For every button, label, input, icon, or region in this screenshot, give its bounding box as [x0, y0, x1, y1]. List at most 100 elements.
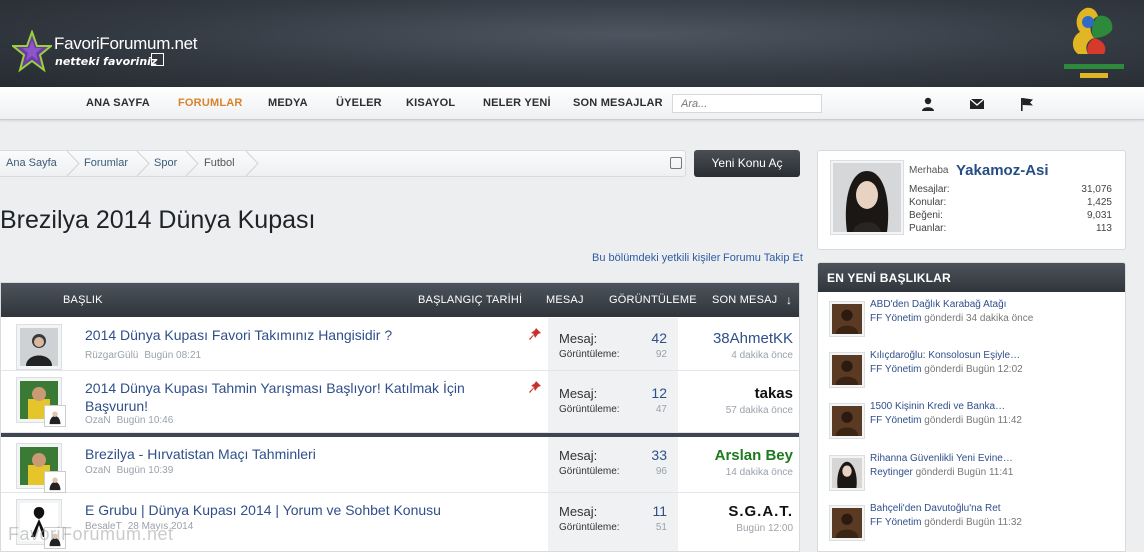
views-label: Görüntüleme:	[559, 404, 620, 415]
views-count: 92	[655, 349, 667, 360]
last-post-user[interactable]: Arslan Bey	[715, 447, 793, 464]
column-views[interactable]: GÖRÜNTÜLEME	[609, 294, 697, 306]
user-icon[interactable]	[920, 96, 936, 112]
latest-thread-user[interactable]: FF Yönetim	[870, 517, 922, 528]
latest-thread-title[interactable]: Kılıçdaroğlu: Konsolosun Eşiyle…	[870, 350, 1020, 361]
search-input[interactable]	[672, 94, 822, 113]
site-logo[interactable]: FavoriForumum.net netteki favoriniz	[12, 28, 212, 76]
avatar[interactable]	[830, 160, 904, 235]
avatar[interactable]	[16, 443, 66, 493]
stat-value: 31,076	[1081, 184, 1112, 195]
sort-down-icon[interactable]: ↓	[786, 293, 792, 307]
thread-date: Bugün 10:46	[116, 415, 174, 426]
avatar[interactable]	[829, 455, 865, 491]
views-count: 96	[655, 466, 667, 477]
pin-icon	[529, 381, 541, 393]
watch-forum-link[interactable]: Forumu Takip Et	[723, 252, 803, 264]
views-label: Görüntüleme:	[559, 349, 620, 360]
stat-label[interactable]: Beğeni:	[909, 210, 943, 221]
avatar-image	[832, 508, 862, 538]
new-thread-button[interactable]: Yeni Konu Aç	[694, 150, 800, 177]
last-post-time[interactable]: Bugün 12:00	[736, 523, 793, 534]
avatar[interactable]	[16, 377, 66, 427]
thread-author[interactable]: RüzgarGülü	[85, 350, 138, 361]
latest-thread-user[interactable]: FF Yönetim	[870, 415, 922, 426]
last-post-time[interactable]: 57 dakika önce	[726, 405, 793, 416]
pin-icon	[529, 328, 541, 340]
avatar[interactable]	[829, 301, 865, 337]
nav-item-home[interactable]: ANA SAYFA	[86, 97, 150, 109]
latest-thread-user[interactable]: Reytinger	[870, 467, 913, 478]
latest-thread-title[interactable]: Bahçeli'den Davutoğlu'na Ret	[870, 503, 1001, 514]
star-logo-icon	[12, 30, 52, 73]
external-link-icon[interactable]	[670, 157, 682, 169]
checkbox-logo-icon	[151, 53, 164, 66]
latest-thread-title[interactable]: ABD'den Dağlık Karabağ Atağı	[870, 299, 1006, 310]
stat-value: 9,031	[1086, 210, 1112, 221]
nav-item-shortcuts[interactable]: KISAYOL	[406, 97, 455, 109]
moderators-link[interactable]: Bu bölümdeki yetkili kişiler	[592, 252, 720, 264]
thread-title[interactable]: E Grubu | Dünya Kupası 2014 | Yorum ve S…	[85, 501, 505, 519]
nav-item-recent-posts[interactable]: SON MESAJLAR	[573, 97, 663, 109]
stat-value: 1,425	[1086, 197, 1112, 208]
column-last-post[interactable]: SON MESAJ	[712, 294, 777, 306]
avatar-image	[20, 328, 58, 366]
thread-author[interactable]: OzaN	[85, 465, 111, 476]
latest-thread-time: gönderdi Bugün 12:02	[924, 364, 1023, 375]
thread-title[interactable]: Brezilya - Hırvatistan Maçı Tahminleri	[85, 445, 505, 463]
nav-item-members[interactable]: ÜYELER	[336, 97, 382, 109]
list-item: Kılıçdaroğlu: Konsolosun Eşiyle… FF Yöne…	[818, 348, 1125, 400]
flag-icon[interactable]	[1019, 96, 1035, 112]
username-link[interactable]: Yakamoz-Asi	[956, 162, 1049, 179]
breadcrumb-item-home[interactable]: Ana Sayfa	[6, 157, 57, 169]
breadcrumb-item-sport[interactable]: Spor	[154, 157, 177, 169]
stat-label[interactable]: Mesajlar:	[909, 184, 950, 195]
avatar[interactable]	[16, 324, 62, 370]
site-header: FavoriForumum.net netteki favoriniz	[0, 0, 1144, 87]
stat-label[interactable]: Konular:	[909, 197, 946, 208]
thread-list-header: BAŞLIK BAŞLANGIÇ TARİHİ MESAJ GÖRÜNTÜLEM…	[1, 283, 799, 317]
last-post-user[interactable]: S.G.A.T.	[728, 503, 793, 520]
last-post-user[interactable]: takas	[755, 385, 793, 402]
thread-stats: Mesaj: 12 Görüntüleme: 47	[548, 371, 678, 432]
views-count: 51	[655, 522, 667, 533]
replies-count: 11	[652, 503, 667, 519]
breadcrumb-item-forums[interactable]: Forumlar	[84, 157, 128, 169]
latest-thread-title[interactable]: 1500 Kişinin Kredi ve Banka…	[870, 401, 1005, 412]
column-title[interactable]: BAŞLIK	[63, 294, 103, 306]
column-start-date[interactable]: BAŞLANGIÇ TARİHİ	[418, 294, 522, 306]
nav-item-media[interactable]: MEDYA	[268, 97, 308, 109]
list-item: Rihanna Güvenlikli Yeni Evine… Reytinger…	[818, 451, 1125, 503]
last-post-user[interactable]: 38AhmetKK	[713, 330, 793, 347]
latest-threads-heading: EN YENİ BAŞLIKLAR	[818, 263, 1125, 292]
visitor-panel: Merhaba Yakamoz-Asi Mesajlar: 31,076 Kon…	[817, 150, 1126, 250]
column-replies[interactable]: MESAJ	[546, 294, 584, 306]
watermark: FavoriForumum.net	[8, 524, 174, 544]
avatar[interactable]	[829, 403, 865, 439]
stat-label[interactable]: Puanlar:	[909, 223, 946, 234]
thread-title[interactable]: 2014 Dünya Kupası Tahmin Yarışması Başlı…	[85, 379, 505, 415]
latest-thread-title[interactable]: Rihanna Güvenlikli Yeni Evine…	[870, 453, 1013, 464]
avatar[interactable]	[829, 352, 865, 388]
latest-thread-user[interactable]: FF Yönetim	[870, 364, 922, 375]
latest-thread-meta: FF Yönetim gönderdi Bugün 11:32	[870, 517, 1022, 528]
latest-thread-user[interactable]: FF Yönetim	[870, 313, 922, 324]
envelope-icon[interactable]	[969, 96, 985, 112]
thread-date: Bugün 10:39	[116, 465, 174, 476]
thread-date: Bugün 08:21	[144, 350, 202, 361]
thread-title[interactable]: 2014 Dünya Kupası Favori Takımınız Hangi…	[85, 326, 505, 344]
avatar-image	[832, 458, 862, 488]
last-post-time[interactable]: 14 dakika önce	[726, 467, 793, 478]
avatar-image	[833, 163, 901, 232]
thread-row: Brezilya - Hırvatistan Maçı Tahminleri O…	[1, 437, 799, 493]
thread-author[interactable]: OzaN	[85, 415, 111, 426]
nav-item-whats-new[interactable]: NELER YENİ	[483, 97, 551, 109]
thread-row: 2014 Dünya Kupası Tahmin Yarışması Başlı…	[1, 371, 799, 433]
latest-threads-panel: EN YENİ BAŞLIKLAR ABD'den Dağlık Karabağ…	[817, 262, 1126, 552]
nav-item-forums[interactable]: FORUMLAR	[178, 97, 243, 109]
latest-thread-time: gönderdi Bugün 11:41	[915, 467, 1014, 478]
views-count: 47	[655, 404, 667, 415]
avatar[interactable]	[829, 505, 865, 541]
breadcrumb-item-football: Futbol	[204, 157, 235, 169]
last-post-time[interactable]: 4 dakika önce	[731, 350, 793, 361]
